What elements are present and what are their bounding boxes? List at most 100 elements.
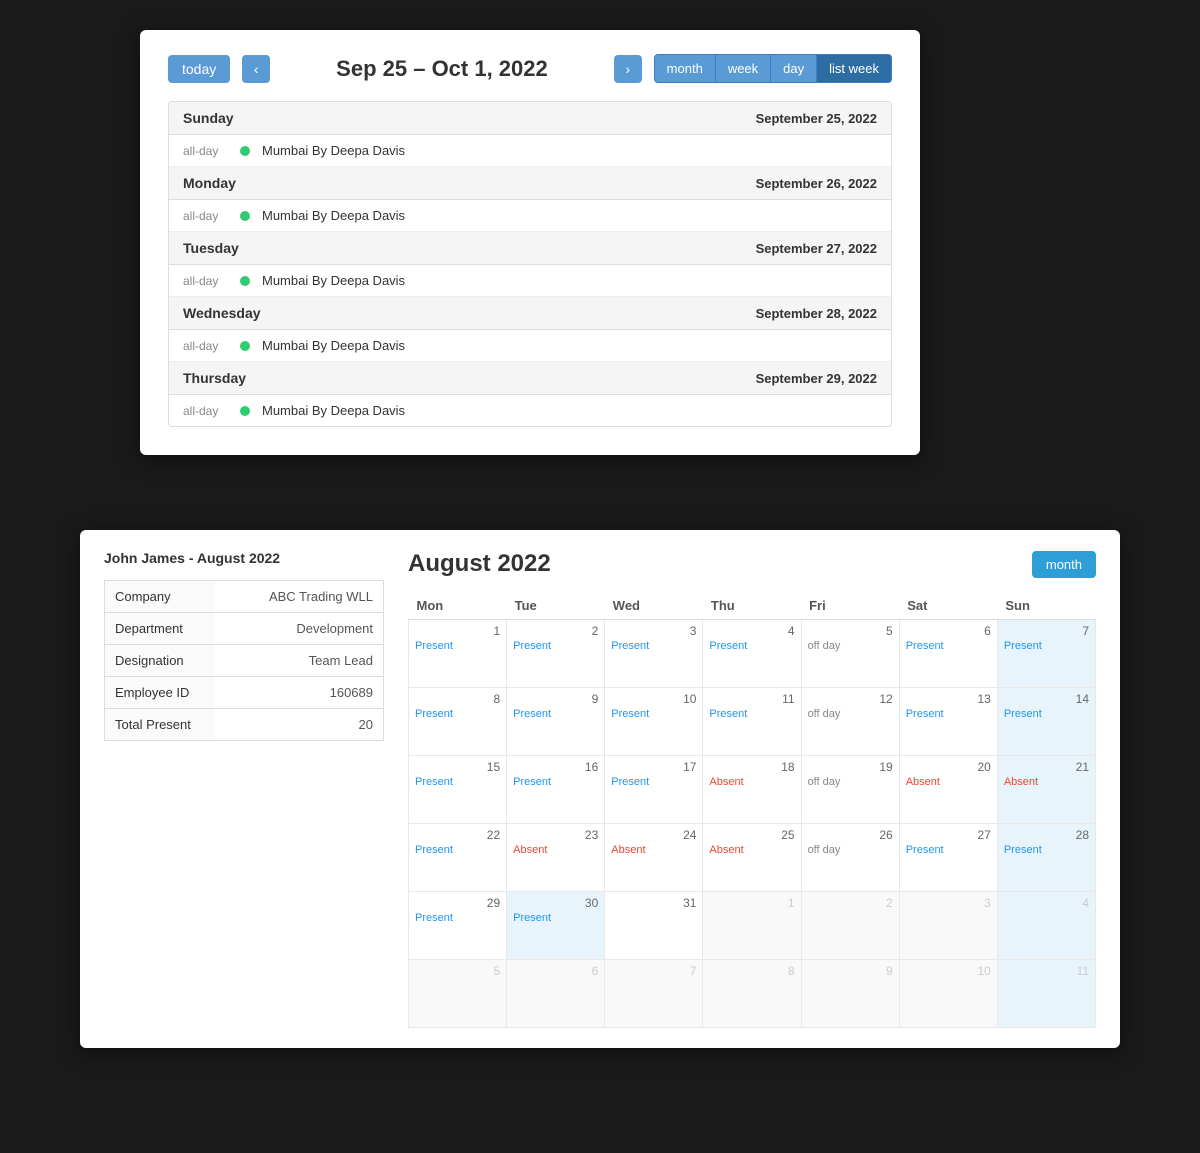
calendar-cell[interactable]: 3 Present (605, 620, 703, 688)
cell-date-number: 9 (808, 964, 893, 978)
cell-date-number: 6 (906, 624, 991, 638)
view-listweek-button[interactable]: list week (817, 54, 892, 83)
calendar-cell[interactable]: 9 Present (507, 688, 605, 756)
cell-status: Absent (709, 776, 794, 788)
cell-date-number: 5 (415, 964, 500, 978)
week-header: Fri (801, 592, 899, 620)
calendar-cell[interactable]: 25 Absent (703, 824, 801, 892)
cell-status: Present (1004, 844, 1089, 856)
event-dot (240, 146, 250, 156)
calendar-cell[interactable]: 1 (703, 892, 801, 960)
calendar-cell[interactable]: 26 off day (801, 824, 899, 892)
prev-button[interactable]: ‹ (242, 55, 270, 83)
date-range-title: Sep 25 – Oct 1, 2022 (282, 56, 601, 82)
calendar-cell[interactable]: 14 Present (997, 688, 1095, 756)
calendar-cell[interactable]: 28 Present (997, 824, 1095, 892)
calendar-cell[interactable]: 2 Present (507, 620, 605, 688)
calendar-cell[interactable]: 7 (605, 960, 703, 1028)
calendar-cell[interactable]: 4 Present (703, 620, 801, 688)
cell-date-number: 31 (611, 896, 696, 910)
event-title: Mumbai By Deepa Davis (262, 338, 405, 353)
calendar-cell[interactable]: 23 Absent (507, 824, 605, 892)
cell-status: Present (1004, 640, 1089, 652)
cell-date-number: 2 (513, 624, 598, 638)
calendar-cell[interactable]: 5 off day (801, 620, 899, 688)
calendar-cell[interactable]: 9 (801, 960, 899, 1028)
cell-date-number: 28 (1004, 828, 1089, 842)
event-row[interactable]: all-day Mumbai By Deepa Davis (169, 395, 891, 426)
info-row: Company ABC Trading WLL (105, 581, 384, 613)
cell-date-number: 29 (415, 896, 500, 910)
cell-date-number: 10 (906, 964, 991, 978)
calendar-cell[interactable]: 12 off day (801, 688, 899, 756)
day-header-row: Sunday September 25, 2022 (169, 102, 891, 135)
day-date: September 28, 2022 (756, 306, 877, 321)
month-view-button[interactable]: month (1032, 551, 1096, 578)
cell-date-number: 15 (415, 760, 500, 774)
info-value: Development (215, 613, 384, 645)
calendar-cell[interactable]: 17 Present (605, 756, 703, 824)
calendar-cell[interactable]: 7 Present (997, 620, 1095, 688)
event-row[interactable]: all-day Mumbai By Deepa Davis (169, 200, 891, 232)
calendar-cell[interactable]: 8 (703, 960, 801, 1028)
view-week-button[interactable]: week (716, 54, 771, 83)
calendar-cell[interactable]: 30 Present (507, 892, 605, 960)
calendar-cell[interactable]: 24 Absent (605, 824, 703, 892)
calendar-cell[interactable]: 5 (409, 960, 507, 1028)
cell-status: Absent (513, 844, 598, 856)
cell-date-number: 13 (906, 692, 991, 706)
calendar-cell[interactable]: 15 Present (409, 756, 507, 824)
calendar-cell[interactable]: 29 Present (409, 892, 507, 960)
calendar-cell[interactable]: 21 Absent (997, 756, 1095, 824)
calendar-cell[interactable]: 10 (899, 960, 997, 1028)
top-card: today ‹ Sep 25 – Oct 1, 2022 › month wee… (140, 30, 920, 455)
cell-date-number: 3 (611, 624, 696, 638)
day-date: September 29, 2022 (756, 371, 877, 386)
calendar-cell[interactable]: 2 (801, 892, 899, 960)
calendar-cell[interactable]: 22 Present (409, 824, 507, 892)
calendar-cell[interactable]: 6 (507, 960, 605, 1028)
cell-date-number: 30 (513, 896, 598, 910)
all-day-label: all-day (183, 339, 228, 353)
cell-status: Present (611, 640, 696, 652)
cell-status: Present (1004, 708, 1089, 720)
cell-status: Present (513, 776, 598, 788)
cell-status: Present (906, 640, 991, 652)
info-value: ABC Trading WLL (215, 581, 384, 613)
calendar-cell[interactable]: 16 Present (507, 756, 605, 824)
calendar-cell[interactable]: 11 (997, 960, 1095, 1028)
calendar-cell[interactable]: 19 off day (801, 756, 899, 824)
calendar-cell[interactable]: 13 Present (899, 688, 997, 756)
calendar-cell[interactable]: 27 Present (899, 824, 997, 892)
calendar-cell[interactable]: 11 Present (703, 688, 801, 756)
calendar-cell[interactable]: 18 Absent (703, 756, 801, 824)
calendar-cell[interactable]: 20 Absent (899, 756, 997, 824)
next-button[interactable]: › (614, 55, 642, 83)
cell-date-number: 11 (1004, 964, 1089, 978)
cell-status: Absent (709, 844, 794, 856)
calendar-cell[interactable]: 4 (997, 892, 1095, 960)
cell-date-number: 21 (1004, 760, 1089, 774)
event-row[interactable]: all-day Mumbai By Deepa Davis (169, 135, 891, 167)
calendar-cell[interactable]: 8 Present (409, 688, 507, 756)
day-header-row: Wednesday September 28, 2022 (169, 297, 891, 330)
cell-status: Present (513, 640, 598, 652)
cell-status: Present (709, 708, 794, 720)
event-row[interactable]: all-day Mumbai By Deepa Davis (169, 330, 891, 362)
calendar-cell[interactable]: 10 Present (605, 688, 703, 756)
event-dot (240, 341, 250, 351)
cell-date-number: 11 (709, 692, 794, 706)
day-date: September 25, 2022 (756, 111, 877, 126)
calendar-cell[interactable]: 31 (605, 892, 703, 960)
day-name: Monday (183, 175, 236, 191)
view-month-button[interactable]: month (654, 54, 716, 83)
day-header-row: Thursday September 29, 2022 (169, 362, 891, 395)
cell-date-number: 4 (709, 624, 794, 638)
view-day-button[interactable]: day (771, 54, 817, 83)
calendar-cell[interactable]: 3 (899, 892, 997, 960)
event-row[interactable]: all-day Mumbai By Deepa Davis (169, 265, 891, 297)
today-button[interactable]: today (168, 55, 230, 83)
calendar-cell[interactable]: 6 Present (899, 620, 997, 688)
calendar-cell[interactable]: 1 Present (409, 620, 507, 688)
calendar-header: August 2022 month (408, 550, 1096, 578)
